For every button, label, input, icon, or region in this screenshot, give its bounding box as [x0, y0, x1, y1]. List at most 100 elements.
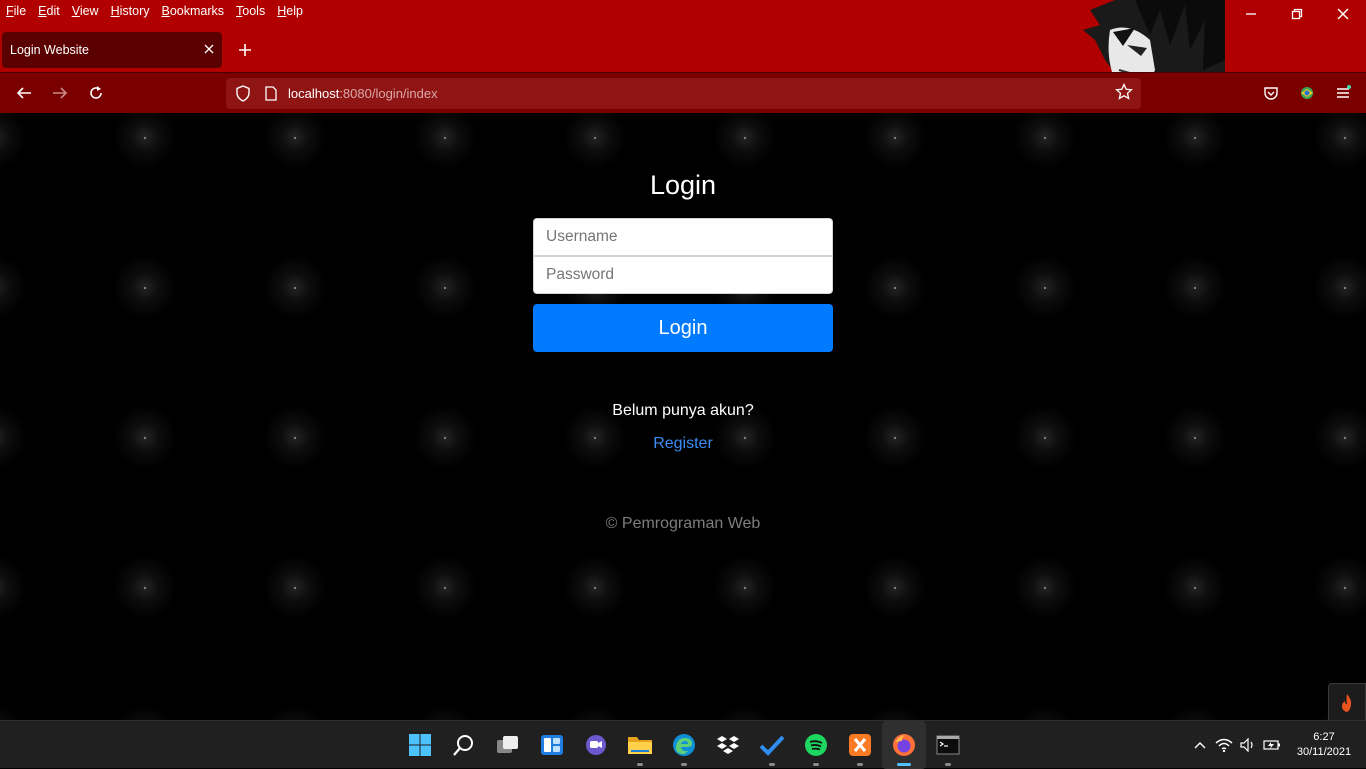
- plus-icon: [239, 44, 251, 56]
- background-star: [1194, 437, 1196, 439]
- xampp-icon: [849, 734, 871, 756]
- menu-tools[interactable]: Tools: [236, 4, 265, 18]
- menu-edit[interactable]: Edit: [38, 4, 60, 18]
- running-indicator: [637, 763, 643, 766]
- login-title: Login: [649, 170, 717, 200]
- tab-login-website[interactable]: Login Website: [2, 32, 222, 68]
- dropbox-icon: [717, 736, 739, 754]
- task-view-button[interactable]: [486, 721, 530, 769]
- menu-help[interactable]: Help: [277, 4, 303, 18]
- background-star: [144, 587, 146, 589]
- edge-button[interactable]: [662, 721, 706, 769]
- battery-button[interactable]: [1260, 721, 1284, 769]
- teams-chat-icon: [586, 735, 606, 755]
- minimize-button[interactable]: [1228, 0, 1274, 28]
- address-bar[interactable]: localhost:8080/login/index: [226, 78, 1141, 109]
- wifi-icon: [1215, 738, 1233, 752]
- page-info-icon[interactable]: [258, 86, 284, 101]
- background-star: [594, 137, 596, 139]
- forward-button[interactable]: [47, 81, 73, 105]
- menu-view[interactable]: View: [72, 4, 99, 18]
- running-indicator: [813, 763, 819, 766]
- background-star: [144, 287, 146, 289]
- menu-history[interactable]: History: [111, 4, 150, 18]
- background-star: [294, 137, 296, 139]
- pocket-button[interactable]: [1258, 81, 1284, 105]
- close-window-button[interactable]: [1320, 0, 1366, 28]
- extension-icon: [1301, 87, 1313, 99]
- menu-bar: File Edit View History Bookmarks Tools H…: [0, 0, 315, 22]
- back-button[interactable]: [11, 81, 37, 105]
- background-star: [1044, 437, 1046, 439]
- background-star: [444, 587, 446, 589]
- background-star: [294, 587, 296, 589]
- background-star: [594, 587, 596, 589]
- search-icon: [453, 735, 473, 756]
- browser-chrome: File Edit View History Bookmarks Tools H…: [0, 0, 1366, 113]
- background-star: [444, 437, 446, 439]
- dropbox-button[interactable]: [706, 721, 750, 769]
- tab-close-button[interactable]: [196, 43, 222, 58]
- password-input[interactable]: [533, 256, 833, 294]
- todo-button[interactable]: [750, 721, 794, 769]
- widgets-button[interactable]: [530, 721, 574, 769]
- app-menu-button[interactable]: [1330, 81, 1356, 105]
- reload-button[interactable]: [83, 81, 109, 105]
- new-tab-button[interactable]: [234, 38, 256, 62]
- widgets-icon: [541, 735, 563, 755]
- side-widget-button[interactable]: [1328, 683, 1366, 720]
- background-star: [894, 137, 896, 139]
- background-star: [894, 437, 896, 439]
- background-star: [294, 437, 296, 439]
- terminal-button[interactable]: [926, 721, 970, 769]
- restore-button[interactable]: [1274, 0, 1320, 28]
- clock[interactable]: 6:27 30/11/2021: [1284, 730, 1364, 760]
- background-star: [444, 287, 446, 289]
- show-hidden-icons-button[interactable]: [1188, 721, 1212, 769]
- task-view-icon: [497, 736, 518, 753]
- window-controls: [1228, 0, 1366, 28]
- xampp-button[interactable]: [838, 721, 882, 769]
- menu-file[interactable]: File: [6, 4, 26, 18]
- toolbar-right: [1258, 81, 1356, 105]
- running-indicator: [945, 763, 951, 766]
- background-star: [1344, 287, 1346, 289]
- spotify-button[interactable]: [794, 721, 838, 769]
- username-input[interactable]: [533, 218, 833, 256]
- spotify-icon: [805, 734, 827, 756]
- running-indicator: [769, 763, 775, 766]
- clock-time: 6:27: [1313, 731, 1335, 743]
- login-button[interactable]: Login: [533, 304, 833, 352]
- running-indicator: [681, 763, 687, 766]
- background-star: [1194, 587, 1196, 589]
- extension-button[interactable]: [1294, 81, 1320, 105]
- tab-title: Login Website: [10, 43, 89, 57]
- menu-bookmarks[interactable]: Bookmarks: [162, 4, 225, 18]
- teams-chat-button[interactable]: [574, 721, 618, 769]
- terminal-icon: [936, 735, 960, 755]
- wifi-button[interactable]: [1212, 721, 1236, 769]
- register-link[interactable]: Register: [533, 435, 833, 453]
- arrow-left-icon: [16, 87, 31, 99]
- bookmark-star-icon[interactable]: [1115, 82, 1133, 105]
- navigation-toolbar: localhost:8080/login/index: [0, 72, 1366, 113]
- start-button[interactable]: [398, 721, 442, 769]
- background-star: [894, 587, 896, 589]
- tracking-protection-icon[interactable]: [228, 85, 258, 102]
- flame-icon: [1342, 694, 1352, 712]
- background-star: [1344, 437, 1346, 439]
- background-star: [1344, 137, 1346, 139]
- url-text: localhost:8080/login/index: [288, 86, 438, 101]
- url-path: :8080/login/index: [339, 86, 438, 101]
- taskbar: 6:27 30/11/2021: [0, 720, 1366, 769]
- volume-button[interactable]: [1236, 721, 1260, 769]
- minimize-icon: [1246, 13, 1256, 15]
- background-star: [1044, 287, 1046, 289]
- close-icon: [204, 44, 214, 53]
- background-star: [1044, 587, 1046, 589]
- firefox-button[interactable]: [882, 721, 926, 769]
- background-star: [744, 137, 746, 139]
- search-button[interactable]: [442, 721, 486, 769]
- file-explorer-button[interactable]: [618, 721, 662, 769]
- reload-icon: [90, 86, 102, 99]
